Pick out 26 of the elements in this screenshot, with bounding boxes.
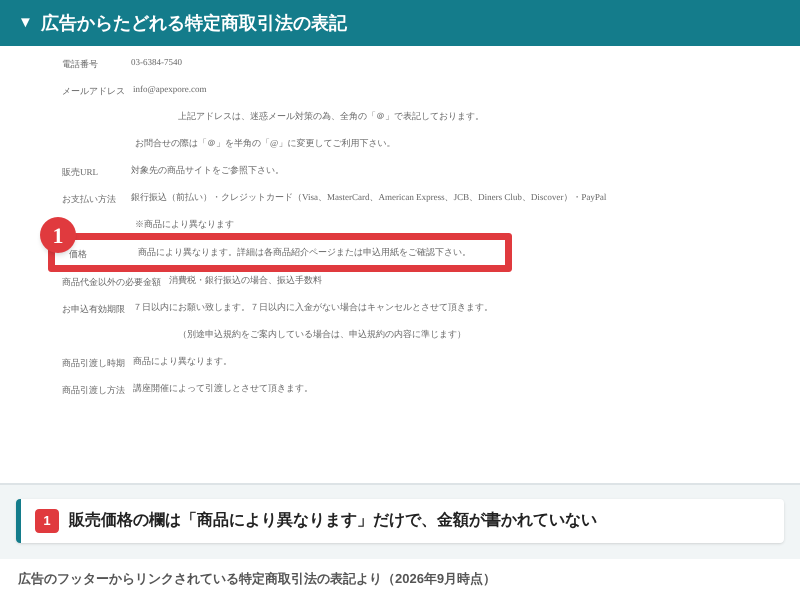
field-value: 対象先の商品サイトをご参照下さい。: [131, 164, 284, 177]
field-label: 商品代金以外の必要金額: [62, 276, 161, 286]
field-value: 講座開催によって引渡しとさせて頂きます。: [133, 382, 313, 395]
field-value: ７日以内にお願い致します。７日以内に入金がない場合はキャンセルとさせて頂きます。: [133, 300, 493, 314]
section-title: 広告からたどれる特定商取引法の表記: [40, 12, 347, 34]
caption: 広告のフッターからリンクされている特定商取引法の表記より（2026年9月時点）: [18, 570, 496, 588]
field-value: 消費税・銀行振込の場合、振込手数料: [169, 274, 322, 287]
note-text: お問合せの際は「＠」を半角の「@」に変更してご利用下さい。: [135, 136, 396, 150]
callout-text: 販売価格の欄は「商品により異なります」だけで、金額が書かれていない: [69, 510, 597, 531]
field-value: 商品により異なります。詳細は各商品紹介ページまたは申込用紙をご確認下さい。: [138, 246, 471, 259]
note-text: （別途申込規約をご案内している場合は、申込規約の内容に準じます）: [178, 328, 466, 341]
field-label: 電話番号: [62, 58, 98, 68]
field-value: info@apexpore.com: [133, 82, 207, 96]
field-label: お支払い方法: [62, 194, 116, 204]
field-label: 販売URL: [62, 166, 98, 176]
field-value: 03-6384-7540: [131, 56, 182, 69]
note-text: 上記アドレスは、迷惑メール対策の為、全角の「＠」で表記しております。: [178, 110, 484, 123]
field-label: 商品引渡し方法: [62, 384, 125, 394]
note-text: ※商品により異なります: [135, 218, 234, 231]
field-value: 銀行振込（前払い）・クレジットカード（Visa、MasterCard、American Express、JCB、Diners Club、Discover）・PayPal: [131, 190, 606, 204]
collapse-toggle[interactable]: ▼: [18, 12, 33, 34]
field-label: メールアドレス: [62, 86, 125, 96]
field-label: お申込有効期限: [62, 304, 125, 314]
marker-badge: 1: [35, 509, 59, 533]
field-label: 商品引渡し時期: [62, 358, 125, 368]
field-value: 商品により異なります。: [133, 354, 232, 368]
